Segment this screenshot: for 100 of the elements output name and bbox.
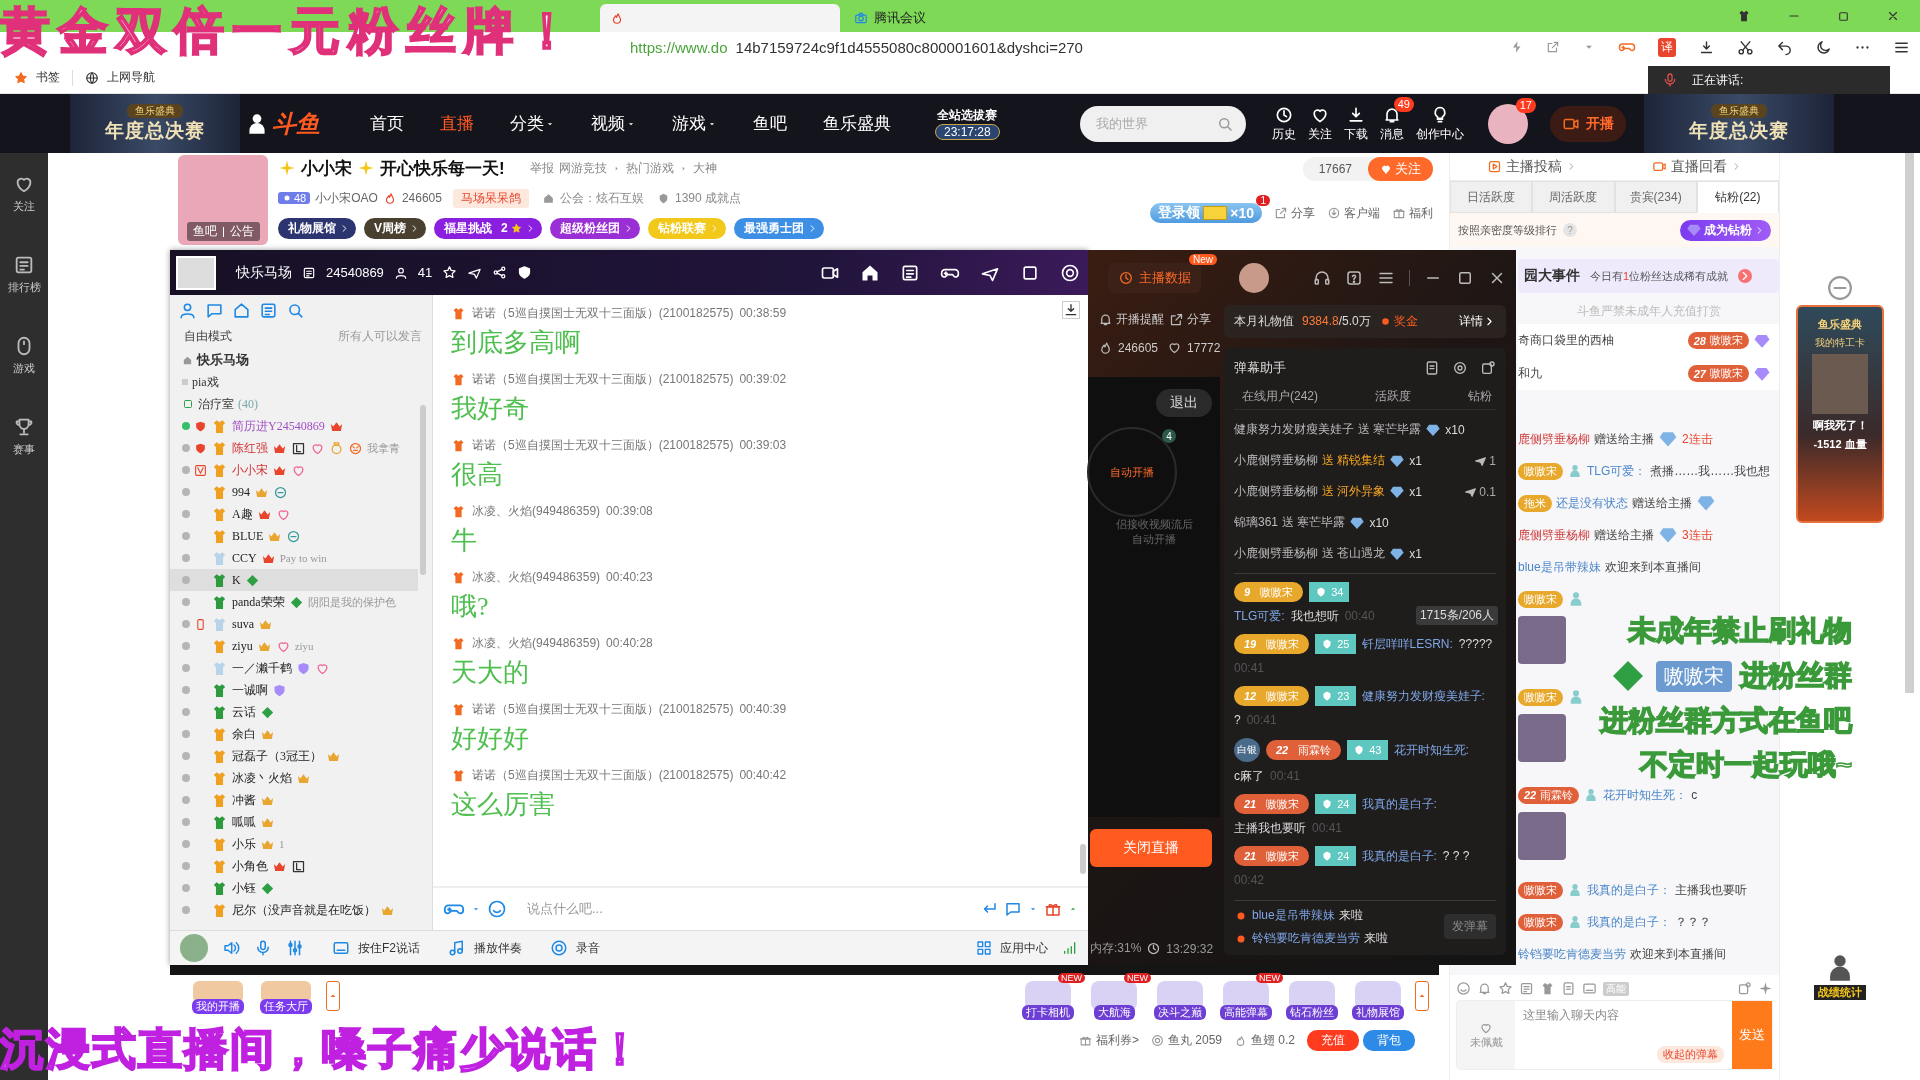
close-icon[interactable] xyxy=(1886,9,1900,23)
address-field[interactable]: https://www.do 14b7159724c9f1d4555080c800001601&dyshci=270 xyxy=(630,38,1083,56)
nav-link[interactable]: 分类 xyxy=(510,112,555,135)
user-list-item[interactable]: BLUE xyxy=(170,525,418,547)
category-link[interactable]: 热门游戏 xyxy=(625,159,674,177)
user-list-item[interactable]: suva xyxy=(170,613,418,635)
event-banner[interactable]: 鱼乐盛典 年度总决赛 xyxy=(70,94,240,153)
nav-link[interactable]: 视频 xyxy=(591,112,636,135)
live-reminder-button[interactable]: 开播提醒 xyxy=(1098,311,1164,328)
user-list-item[interactable]: 冠磊子（3冠王） xyxy=(170,745,418,767)
user-list-item[interactable]: 994 xyxy=(170,481,418,503)
user-list-item[interactable]: 一诚啊 xyxy=(170,679,418,701)
bell-icon[interactable] xyxy=(1477,981,1492,996)
user-name[interactable]: TLG可爱: xyxy=(1234,606,1285,626)
streamer-avatar[interactable]: 鱼吧 公告 xyxy=(178,155,268,245)
user-list-item[interactable]: 一／濑千鹤 xyxy=(170,657,418,679)
shield-icon[interactable] xyxy=(517,265,533,280)
send-danmaku-button[interactable]: 发弹幕 xyxy=(1444,914,1496,939)
tab[interactable]: 贵宾(234) xyxy=(1614,181,1697,213)
user-name[interactable]: 鹿侧劈垂杨柳 xyxy=(1518,526,1590,544)
document-icon[interactable] xyxy=(1424,360,1440,376)
user-list-item[interactable]: 呱呱 xyxy=(170,811,418,833)
user-list-item[interactable]: 小乐 1 xyxy=(170,833,418,855)
share-icon[interactable] xyxy=(492,265,508,280)
chat-icon[interactable] xyxy=(205,301,224,320)
user-name[interactable]: 还是没有状态 xyxy=(1556,494,1628,512)
user-list-item[interactable]: panda荣荣 阴阳是我的保护色 xyxy=(170,591,418,613)
exit-button[interactable]: 退出 xyxy=(1156,389,1212,417)
sidebar-item[interactable]: 关注 xyxy=(13,173,35,214)
panel-link[interactable]: 直播回看 xyxy=(1651,157,1742,176)
fan-name[interactable]: 和九 xyxy=(1518,365,1684,382)
power-icon[interactable] xyxy=(1060,262,1080,283)
avatar-link[interactable]: 公告 xyxy=(229,223,254,240)
go-live-button[interactable]: 开播 xyxy=(1549,105,1626,142)
header-link[interactable]: 关注 xyxy=(1307,104,1332,143)
user-list-item[interactable]: 冲酱 xyxy=(170,789,418,811)
category-link[interactable]: 大神 xyxy=(692,159,717,177)
collapse-icon[interactable] xyxy=(326,981,340,1011)
streamer-name[interactable]: 小小宋OAO xyxy=(315,189,378,207)
user-list-item[interactable]: K xyxy=(170,569,418,591)
agent-card[interactable]: 鱼乐盛典 我的特工卡 啊我死了！ -1512 血量 xyxy=(1796,305,1884,523)
scrollbar-thumb[interactable] xyxy=(1080,844,1086,874)
user-list-item[interactable]: 冰凌丶火焰 xyxy=(170,767,418,789)
user-name[interactable]: 铃铛要吃肯德麦当劳 xyxy=(1518,945,1626,963)
header-link[interactable]: 创作中心 xyxy=(1415,104,1464,143)
coupon-link[interactable]: 福利券> xyxy=(1095,1032,1139,1049)
user-list-item[interactable]: 小钰 xyxy=(170,877,418,899)
speaker-icon[interactable] xyxy=(222,939,240,957)
music-button[interactable]: 播放伴奏 xyxy=(448,939,522,957)
bonus-link[interactable]: 奖金 xyxy=(1378,313,1418,330)
sidebar-item[interactable]: 排行榜 xyxy=(7,254,41,295)
skin-icon[interactable] xyxy=(1737,9,1751,23)
user-name[interactable]: blue是吊带辣妹 xyxy=(1518,558,1601,576)
nav-link[interactable]: 直播 xyxy=(440,112,474,135)
mic-icon[interactable] xyxy=(254,939,272,957)
restore-icon[interactable] xyxy=(1837,9,1850,23)
scrollbar-thumb[interactable] xyxy=(420,405,426,575)
sidebar-item[interactable]: 游戏 xyxy=(13,335,35,376)
channel-item[interactable]: 治疗室 (40) xyxy=(182,393,432,415)
mixer-icon[interactable] xyxy=(286,939,304,957)
expand-icon[interactable] xyxy=(1415,981,1429,1011)
user-name[interactable]: 铃铛要吃肯德麦当劳 xyxy=(1252,930,1360,947)
headset-icon[interactable] xyxy=(1313,268,1331,287)
report-link[interactable]: 举报 xyxy=(529,159,554,177)
user-name[interactable]: 我真的是白子： xyxy=(1587,913,1671,931)
nav-link[interactable]: 首页 xyxy=(370,112,404,135)
event-text[interactable]: 今日有1位粉丝达成稀有成就 xyxy=(1590,268,1729,284)
channel-item[interactable]: pia戏 xyxy=(182,371,432,393)
scissors-icon[interactable] xyxy=(1737,38,1754,56)
app-center-button[interactable]: 应用中心 xyxy=(976,939,1048,957)
room-link[interactable]: 福利 xyxy=(1392,204,1433,222)
site-logo[interactable]: 斗鱼 xyxy=(272,107,320,140)
backpack-button[interactable]: 背包 xyxy=(1363,1030,1415,1051)
record-button[interactable]: 录音 xyxy=(550,939,600,957)
user-name[interactable]: 花开时知生死： xyxy=(1603,786,1688,804)
notice-icon[interactable] xyxy=(259,301,278,320)
user-list-item[interactable]: 尼尔（没声音就是在吃饭） xyxy=(170,899,418,921)
channel-avatar[interactable] xyxy=(176,255,216,290)
bookmark-link[interactable]: 上网导航 xyxy=(107,69,155,86)
battle-stats-button[interactable]: 战绩统计 xyxy=(1814,951,1866,1000)
guild-name[interactable]: 公会：炫石互娱 xyxy=(559,189,644,207)
nav-link[interactable]: 鱼乐盛典 xyxy=(823,112,891,135)
search-icon[interactable] xyxy=(286,301,305,320)
user-list-item[interactable]: 小角色 xyxy=(170,855,418,877)
user-icon[interactable] xyxy=(178,301,197,320)
tab[interactable]: 钻粉(22) xyxy=(1696,181,1779,213)
settings-icon[interactable] xyxy=(1452,360,1468,376)
tab[interactable]: 周活跃度 xyxy=(1532,181,1615,213)
feature-pill[interactable]: 福星挑战 2 xyxy=(434,217,542,239)
recharge-button[interactable]: 充值 xyxy=(1307,1030,1359,1051)
chat-icon[interactable] xyxy=(1004,900,1022,918)
user-name[interactable]: 鹿侧劈垂杨柳 xyxy=(1518,430,1590,448)
header-link[interactable]: 历史 xyxy=(1271,104,1296,143)
share-button[interactable]: 分享 xyxy=(1169,311,1211,328)
tab[interactable]: 活跃度 xyxy=(1375,388,1411,405)
user-name[interactable]: TLG可爱： xyxy=(1587,462,1647,480)
streamer-data-button[interactable]: 主播数据 xyxy=(1108,262,1201,293)
collapse-icon[interactable] xyxy=(1827,275,1853,301)
scroll-down-icon[interactable] xyxy=(1062,301,1080,319)
avatar-link[interactable]: 鱼吧 xyxy=(192,223,217,240)
